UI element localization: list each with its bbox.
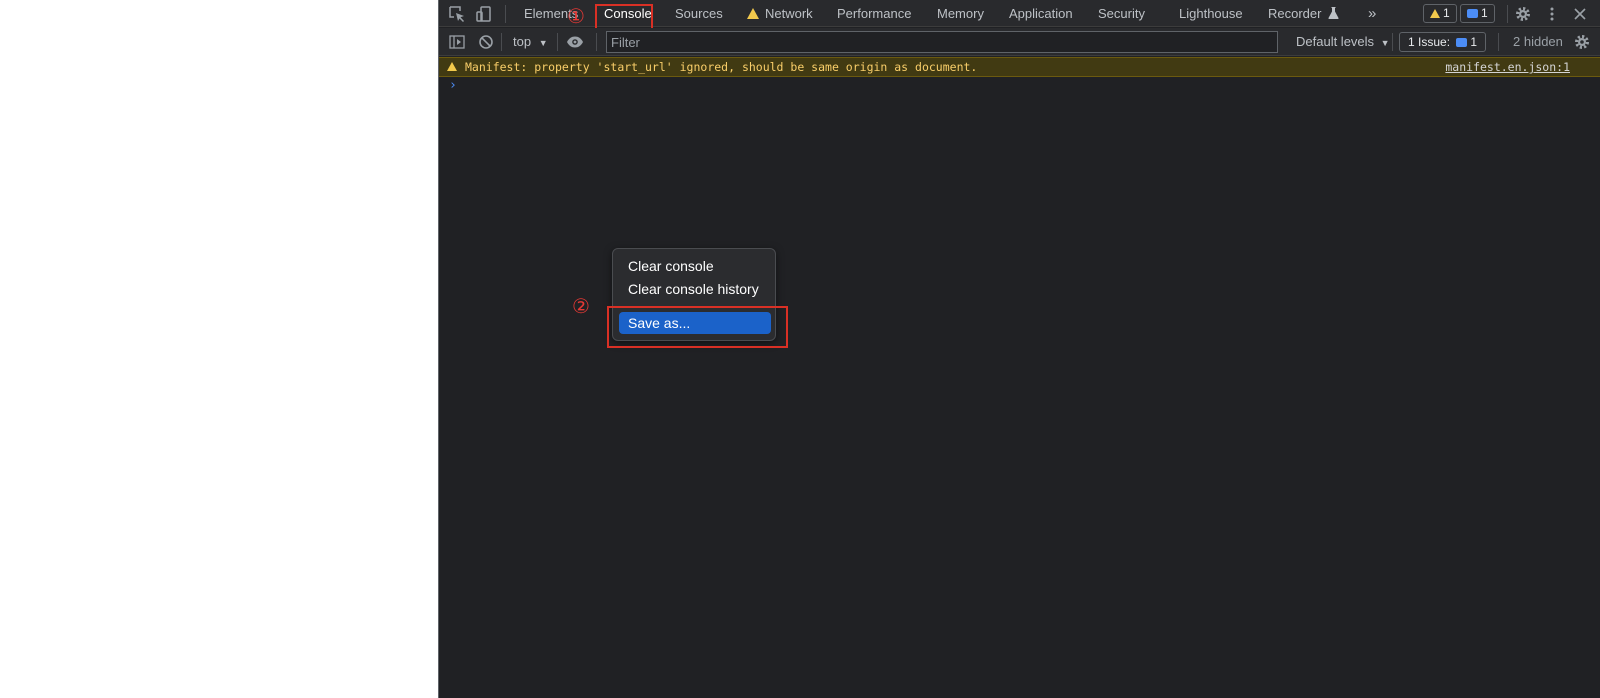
warning-source-link[interactable]: manifest.en.json:1 — [1445, 58, 1570, 76]
issues-label: 1 Issue: — [1408, 35, 1451, 49]
tab-memory[interactable]: Memory — [937, 0, 984, 27]
console-warning-message: Manifest: property 'start_url' ignored, … — [439, 57, 1600, 77]
chevron-down-icon: ▼ — [1380, 38, 1390, 48]
tab-network-label: Network — [765, 6, 813, 21]
context-label: top — [513, 34, 532, 49]
hidden-messages-count: 2 hidden — [1513, 34, 1563, 49]
toolbar-divider — [1392, 33, 1393, 51]
tabbar-divider — [1507, 5, 1508, 23]
close-icon[interactable] — [1571, 5, 1589, 23]
flask-icon — [1328, 7, 1339, 19]
tab-performance[interactable]: Performance — [837, 0, 911, 27]
messages-count: 1 — [1481, 6, 1488, 20]
log-levels-dropdown[interactable]: Default levels ▼ — [1296, 28, 1390, 56]
tab-sources[interactable]: Sources — [675, 0, 723, 27]
more-tabs-button[interactable]: » — [1368, 0, 1376, 27]
tab-network[interactable]: Network — [747, 0, 813, 27]
console-settings-gear-icon[interactable] — [1573, 33, 1591, 51]
messages-badge[interactable]: 1 — [1460, 4, 1495, 23]
annotation-step-2: ② — [572, 294, 590, 318]
console-toolbar: top ▼ Default levels ▼ 1 Issue: 1 2 hidd… — [439, 28, 1600, 56]
tab-application[interactable]: Application — [1009, 0, 1073, 27]
inspect-element-icon[interactable] — [448, 5, 466, 23]
tab-lighthouse[interactable]: Lighthouse — [1179, 0, 1243, 27]
tabbar-divider — [505, 5, 506, 23]
annotation-step-1: ① — [567, 4, 585, 28]
clear-console-icon[interactable] — [477, 33, 495, 51]
context-selector[interactable]: top ▼ — [513, 28, 548, 56]
menu-item-clear-console[interactable]: Clear console — [613, 255, 775, 277]
toolbar-divider — [557, 33, 558, 51]
message-icon — [1467, 9, 1478, 18]
tab-recorder[interactable]: Recorder — [1268, 0, 1339, 27]
warnings-badge[interactable]: 1 — [1423, 4, 1457, 23]
device-toggle-icon[interactable] — [475, 5, 493, 23]
issues-button[interactable]: 1 Issue: 1 — [1399, 32, 1487, 52]
warning-text: Manifest: property 'start_url' ignored, … — [465, 60, 978, 74]
tab-security[interactable]: Security — [1098, 0, 1145, 27]
warnings-count: 1 — [1443, 6, 1450, 20]
warning-icon — [747, 8, 759, 19]
annotation-box-console-tab — [595, 4, 653, 31]
devtools-tab-bar: Elements Console Sources Network Perform… — [439, 0, 1600, 31]
toolbar-divider — [501, 33, 502, 51]
chevron-down-icon: ▼ — [538, 38, 548, 48]
annotation-box-save-as — [607, 306, 788, 348]
log-levels-label: Default levels — [1296, 34, 1375, 49]
console-prompt[interactable]: › — [449, 78, 457, 93]
toolbar-divider — [596, 33, 597, 51]
settings-gear-icon[interactable] — [1514, 5, 1532, 23]
eye-icon[interactable] — [566, 33, 584, 51]
message-icon — [1456, 38, 1468, 47]
toolbar-divider — [1498, 33, 1499, 51]
devtools-panel: Elements Console Sources Network Perform… — [438, 0, 1600, 698]
menu-item-clear-console-history[interactable]: Clear console history — [613, 278, 775, 300]
filter-input[interactable] — [606, 31, 1278, 53]
warning-icon — [1430, 9, 1440, 18]
issues-count: 1 — [1470, 35, 1478, 49]
sidebar-toggle-icon[interactable] — [448, 33, 466, 51]
tab-recorder-label: Recorder — [1268, 6, 1322, 21]
warning-icon — [447, 62, 457, 71]
more-vertical-icon[interactable] — [1543, 5, 1561, 23]
inspected-page — [0, 0, 438, 698]
